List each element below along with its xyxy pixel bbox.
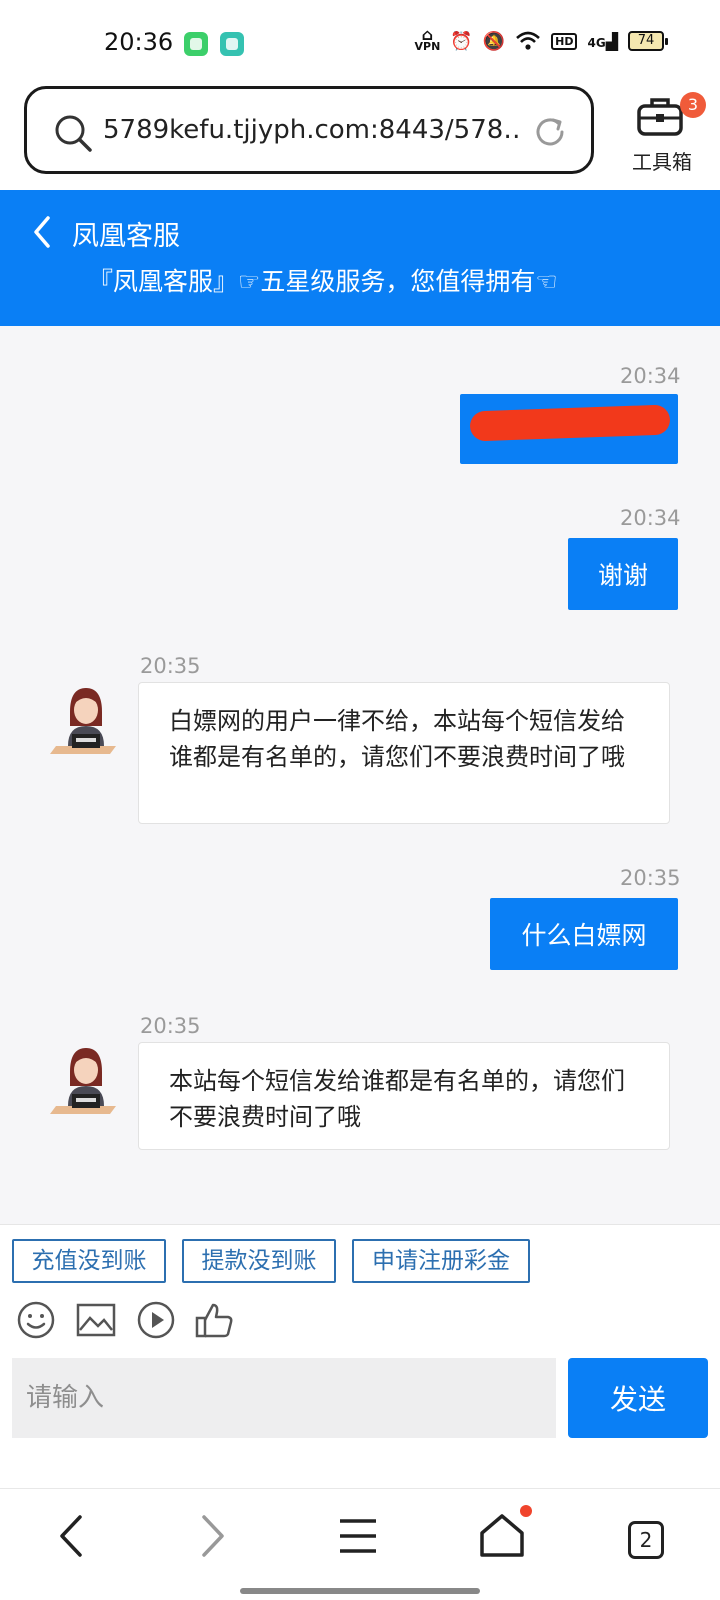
incoming-message[interactable]: 白嫖网的用户一律不给，本站每个短信发给谁都是有名单的，请您们不要浪费时间了哦 <box>138 682 670 824</box>
message-time: 20:34 <box>620 364 681 388</box>
browser-bottom-nav: 2 <box>0 1488 720 1600</box>
app-notification-icon <box>220 32 244 56</box>
incoming-message[interactable]: 本站每个短信发给谁都是有名单的，请您们不要浪费时间了哦 <box>138 1042 670 1150</box>
message-time: 20:35 <box>140 654 201 678</box>
outgoing-message[interactable]: 什么白嫖网 <box>490 898 678 970</box>
composer-tools <box>0 1296 720 1352</box>
toolbox-button[interactable]: 3 工具箱 <box>620 88 706 174</box>
status-bar: 20:36 ⌂ VPN ⏰ 🔕 HD 4G▟ 74 <box>0 0 720 88</box>
message-text: 谢谢 <box>597 561 648 590</box>
message-time: 20:35 <box>140 1014 201 1038</box>
message-text: 本站每个短信发给谁都是有名单的，请您们不要浪费时间了哦 <box>169 1067 625 1131</box>
outgoing-message[interactable]: 谢谢 <box>568 538 678 610</box>
quick-reply-bonus[interactable]: 申请注册彩金 <box>352 1239 530 1283</box>
message-time: 20:35 <box>620 866 681 890</box>
home-icon[interactable] <box>478 1511 526 1561</box>
emoji-icon[interactable] <box>16 1300 56 1340</box>
quick-reply-withdraw[interactable]: 提款没到账 <box>182 1239 336 1283</box>
message-text: 什么白嫖网 <box>521 921 647 950</box>
home-notification-dot <box>520 1505 532 1517</box>
message-time: 20:34 <box>620 506 681 530</box>
agent-avatar <box>50 1048 116 1114</box>
quick-reply-recharge[interactable]: 充值没到账 <box>12 1239 166 1283</box>
chat-header: 凤凰客服 『凤凰客服』☞五星级服务，您值得拥有☜ <box>0 190 720 326</box>
video-icon[interactable] <box>136 1300 176 1340</box>
back-icon[interactable] <box>56 1511 86 1561</box>
message-input[interactable] <box>12 1358 556 1438</box>
signal-icon: 4G▟ <box>587 31 618 51</box>
outgoing-message[interactable] <box>460 394 678 464</box>
status-time: 20:36 <box>104 28 174 56</box>
vpn-icon: ⌂ VPN <box>414 25 441 53</box>
search-icon <box>55 115 92 152</box>
chat-area[interactable]: 20:34 20:34 谢谢 20:35 白嫖网的用户一律不给，本站每个短信发给… <box>0 326 720 1224</box>
back-icon[interactable] <box>30 214 54 250</box>
tabs-button[interactable]: 2 <box>628 1521 664 1559</box>
message-text: 白嫖网的用户一律不给，本站每个短信发给谁都是有名单的，请您们不要浪费时间了哦 <box>169 707 625 771</box>
url-text[interactable]: 5789kefu.tjjyph.com:8443/578… <box>103 115 523 145</box>
thumbs-up-icon[interactable] <box>194 1300 234 1340</box>
hd-icon: HD <box>551 32 578 50</box>
messages-app-icon <box>184 32 208 56</box>
agent-avatar <box>50 688 116 754</box>
reload-icon[interactable] <box>531 113 569 151</box>
alarm-icon: ⏰ <box>450 30 473 52</box>
mute-icon: 🔕 <box>482 30 506 52</box>
wifi-icon <box>516 31 541 50</box>
toolbox-badge: 3 <box>680 92 706 118</box>
chat-title: 凤凰客服 <box>72 221 180 252</box>
quick-reply-bar: 充值没到账 提款没到账 申请注册彩金 <box>0 1224 720 1284</box>
image-icon[interactable] <box>76 1300 116 1340</box>
chat-subtitle: 『凤凰客服』☞五星级服务，您值得拥有☜ <box>88 267 558 296</box>
toolbox-label: 工具箱 <box>632 150 692 174</box>
address-bar[interactable]: 5789kefu.tjjyph.com:8443/578… <box>24 86 594 174</box>
send-button[interactable]: 发送 <box>568 1358 708 1438</box>
status-icons: ⌂ VPN ⏰ 🔕 HD 4G▟ 74 <box>414 25 668 53</box>
gesture-bar <box>240 1588 480 1594</box>
forward-icon[interactable] <box>198 1511 228 1561</box>
toolbox-icon <box>637 98 683 136</box>
menu-icon[interactable] <box>338 1511 378 1561</box>
battery-icon: 74 <box>628 31 668 51</box>
redacted-content <box>469 404 671 442</box>
